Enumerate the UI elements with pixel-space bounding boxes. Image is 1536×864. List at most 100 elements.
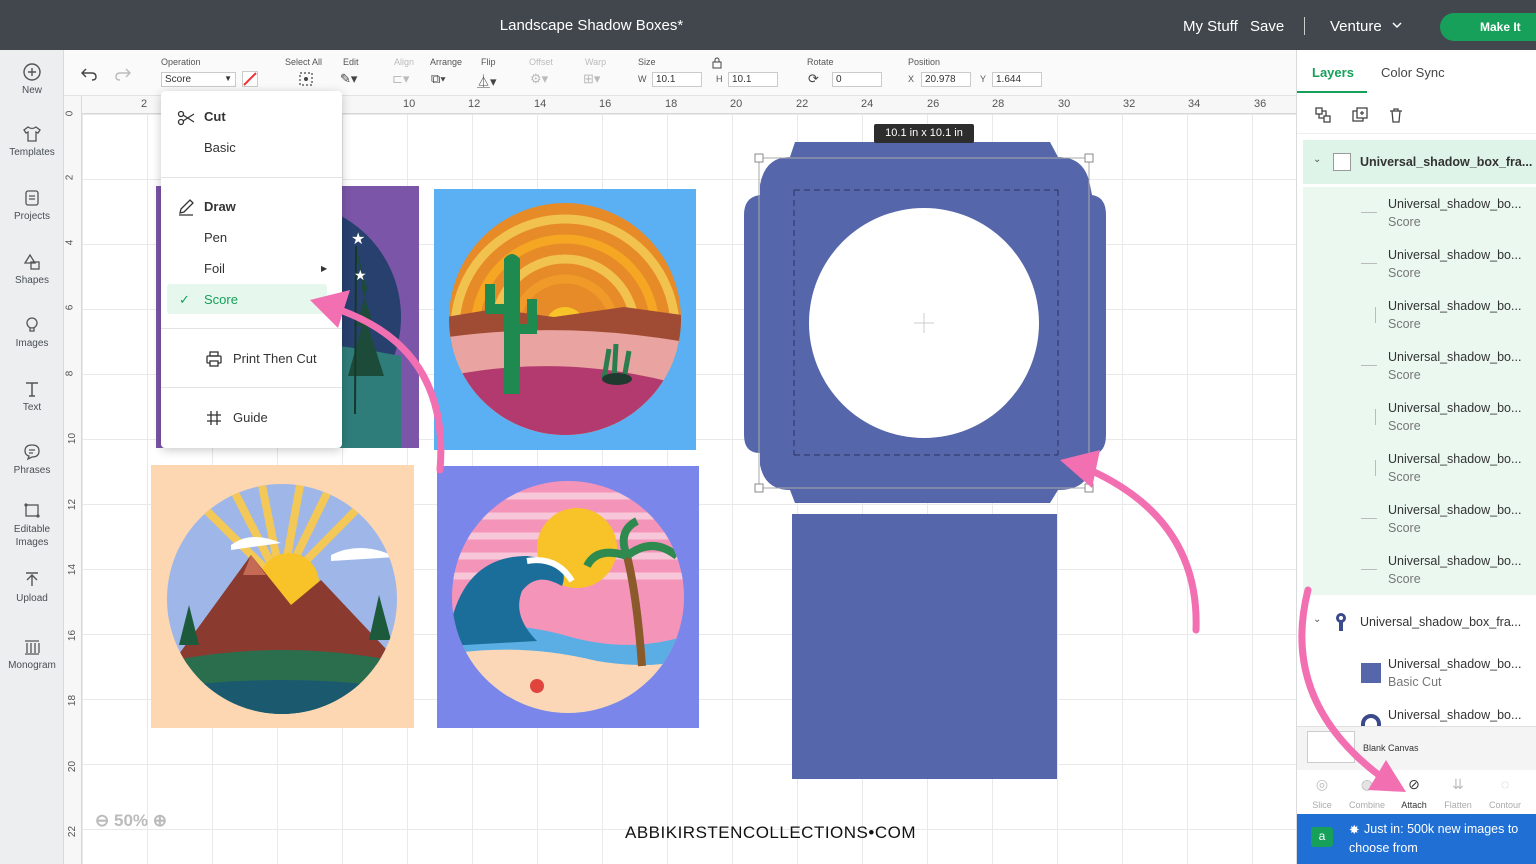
duplicate-icon[interactable] (1351, 106, 1369, 124)
left-nav: New Templates Projects Shapes Images Tex… (0, 50, 64, 864)
ruler-tick: 36 (1254, 98, 1267, 110)
offset-icon[interactable]: ⚙▾ (530, 71, 548, 87)
nav-text[interactable]: Text (0, 379, 64, 413)
dropdown-divider (161, 328, 342, 329)
layer-operation: Score (1388, 368, 1421, 382)
mountain-sunrise-design[interactable] (151, 465, 414, 728)
shadow-box-frame-selected[interactable] (740, 135, 1112, 505)
make-it-button[interactable]: Make It (1440, 13, 1536, 41)
desert-sunset-design[interactable] (434, 189, 696, 450)
layer-row[interactable]: Universal_shadow_bo... Score (1303, 544, 1536, 595)
layer-row[interactable]: Universal_shadow_bo... Score (1303, 238, 1536, 289)
dropdown-guide-label: Guide (233, 410, 268, 425)
nav-images[interactable]: Images (0, 315, 64, 349)
layer-group-1[interactable]: ⌄ Universal_shadow_box_fra... (1303, 140, 1536, 184)
dropdown-basic[interactable]: Basic (204, 140, 385, 155)
blank-canvas-row[interactable]: Blank Canvas (1297, 726, 1536, 770)
ruler-tick: 10 (403, 98, 416, 110)
rotate-icon[interactable]: ⟳ (808, 71, 819, 87)
trash-icon[interactable] (1387, 106, 1405, 124)
arrange-icon[interactable]: ⧉▾ (431, 71, 446, 87)
dropdown-divider (161, 177, 342, 178)
layer-group-2[interactable]: ⌄ Universal_shadow_box_fra... (1303, 600, 1536, 644)
tab-layers[interactable]: Layers (1312, 65, 1354, 80)
x-position-input[interactable]: 20.978 (921, 72, 971, 87)
zoom-in-icon[interactable]: ⊕ (153, 811, 167, 830)
layer-thumbnail (1361, 569, 1377, 570)
contour-tool[interactable]: ◌ Contour (1483, 776, 1527, 810)
operation-color-swatch[interactable] (242, 71, 258, 87)
layer-thumbnail (1361, 365, 1377, 366)
layer-row[interactable]: Universal_shadow_bo... Score (1303, 493, 1536, 544)
zoom-level: 50% (113, 811, 149, 830)
ocean-wave-design[interactable] (437, 466, 699, 728)
group-icon[interactable] (1314, 106, 1332, 124)
layer-name: Universal_shadow_bo... (1388, 401, 1522, 415)
nav-new[interactable]: New (0, 62, 64, 96)
combine-label: Combine (1348, 800, 1386, 810)
dropdown-print-then-cut-label: Print Then Cut (233, 351, 317, 366)
nav-projects[interactable]: Projects (0, 188, 64, 222)
align-label: Align (394, 57, 415, 67)
layer-row[interactable]: Universal_shadow_bo... Score (1303, 289, 1536, 340)
attach-tool[interactable]: ⊘ Attach (1392, 776, 1436, 810)
layer-row[interactable]: Universal_shadow_bo... Score (1303, 442, 1536, 493)
combine-tool[interactable]: ◍ Combine (1345, 776, 1389, 810)
redo-icon[interactable] (114, 66, 132, 82)
shadow-box-back-panel[interactable] (792, 514, 1057, 779)
tab-color-sync[interactable]: Color Sync (1381, 65, 1445, 80)
edit-pen-icon[interactable]: ✎▾ (340, 71, 357, 87)
chevron-down-icon[interactable] (1392, 20, 1402, 30)
flatten-tool[interactable]: ⇊ Flatten (1436, 776, 1480, 810)
layer-row[interactable]: Universal_shadow_bo... Score (1303, 187, 1536, 238)
y-position-input[interactable]: 1.644 (992, 72, 1042, 87)
submenu-arrow-icon: ▶ (321, 264, 328, 273)
layer-tools (1297, 94, 1536, 134)
nav-shapes[interactable]: Shapes (0, 252, 64, 286)
nav-templates[interactable]: Templates (0, 124, 64, 158)
nav-new-label: New (21, 85, 42, 96)
align-icon[interactable]: ⊏▾ (392, 71, 409, 87)
height-input[interactable]: 10.1 (728, 72, 778, 87)
nav-upload[interactable]: Upload (0, 570, 64, 604)
save-button[interactable]: Save (1250, 18, 1284, 35)
nav-phrases[interactable]: Phrases (0, 442, 64, 476)
ruler-vertical: 0 2 4 6 8 10 12 14 16 18 20 22 (64, 96, 82, 864)
layer-name: Universal_shadow_bo... (1388, 554, 1522, 568)
watermark: ABBIKIRSTENCOLLECTIONS•COM (625, 823, 916, 843)
flip-icon[interactable]: ⏅▾ (477, 71, 497, 90)
promo-banner[interactable]: a ✸ Just in: 500k new images to choose f… (1297, 814, 1536, 864)
zoom-control[interactable]: ⊖ 50% ⊕ (95, 811, 167, 831)
layer-row[interactable]: Universal_shadow_bo... Score (1303, 340, 1536, 391)
nav-editable-images[interactable]: Editable Images (0, 500, 64, 549)
combine-icon: ◍ (1360, 776, 1374, 792)
dropdown-pen[interactable]: Pen (204, 230, 385, 245)
machine-select[interactable]: Venture (1330, 18, 1382, 35)
ruler-tick: 16 (599, 98, 612, 110)
select-all-icon[interactable] (298, 71, 314, 87)
rotate-input[interactable]: 0 (832, 72, 882, 87)
chevron-down-icon[interactable]: ⌄ (1313, 614, 1321, 625)
nav-editable-images-label: Editable Images (13, 524, 51, 548)
layer-row[interactable]: Universal_shadow_bo... Score (1303, 391, 1536, 442)
layer-row[interactable]: Universal_shadow_bo... (1303, 698, 1536, 726)
operation-select[interactable]: Score ▼ (161, 72, 236, 87)
warp-icon[interactable]: ⊞▾ (583, 71, 600, 87)
chat-icon (24, 444, 40, 461)
undo-icon[interactable] (80, 66, 98, 82)
sparkle-icon: ✸ (1349, 823, 1360, 837)
lock-icon[interactable] (712, 57, 722, 69)
width-input[interactable]: 10.1 (652, 72, 702, 87)
layer-row[interactable]: Universal_shadow_bo... Basic Cut (1303, 647, 1536, 698)
my-stuff-link[interactable]: My Stuff (1183, 18, 1238, 35)
slice-tool[interactable]: ◎ Slice (1300, 776, 1344, 810)
chevron-down-icon[interactable]: ⌄ (1313, 154, 1321, 165)
ruler-tick: 0 (64, 110, 76, 117)
nav-monogram[interactable]: Monogram (0, 637, 64, 671)
zoom-out-icon[interactable]: ⊖ (95, 811, 109, 830)
nav-upload-label: Upload (16, 593, 48, 604)
dropdown-score-highlight[interactable] (167, 284, 327, 314)
layer-group-name: Universal_shadow_box_fra... (1360, 155, 1533, 169)
height-label: H (716, 74, 723, 84)
slice-label: Slice (1312, 800, 1332, 810)
